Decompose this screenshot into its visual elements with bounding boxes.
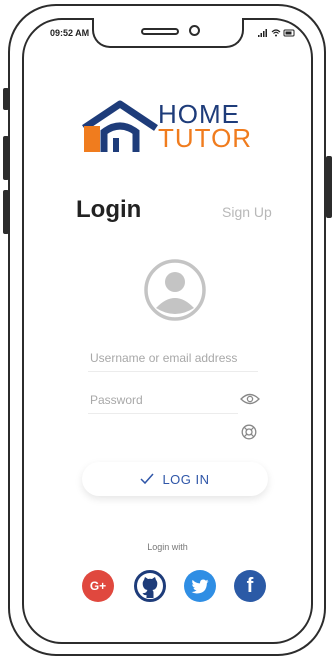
phone-power-button (326, 156, 332, 218)
twitter-login-button[interactable] (184, 570, 216, 602)
phone-notch (92, 18, 244, 48)
status-time: 09:52 AM (50, 28, 90, 38)
login-button-label: LOG IN (162, 471, 210, 487)
camera-icon (189, 25, 200, 36)
eye-icon[interactable] (240, 392, 260, 406)
username-input[interactable] (88, 344, 258, 372)
signal-wifi-battery-icon (258, 29, 295, 37)
github-login-button[interactable] (134, 570, 166, 602)
twitter-bird-icon (191, 579, 209, 594)
speaker-icon (141, 28, 179, 35)
lifebuoy-icon[interactable] (241, 424, 257, 440)
login-with-caption: Login with (147, 542, 188, 552)
user-avatar-icon (144, 259, 206, 321)
phone-volume-down-button (3, 190, 9, 234)
logo-text-tutor: TUTOR (158, 123, 253, 153)
google-plus-icon: G+ (89, 579, 107, 593)
google-login-button[interactable]: G+ (82, 570, 114, 602)
status-icons (258, 28, 298, 40)
phone-volume-up-button (3, 136, 9, 180)
check-icon (140, 473, 155, 485)
page-title: Login (76, 196, 142, 223)
facebook-icon: f (246, 574, 254, 597)
sign-up-link[interactable]: Sign Up (222, 204, 272, 220)
password-input[interactable] (88, 386, 238, 414)
facebook-login-button[interactable]: f (234, 570, 266, 602)
github-icon (134, 570, 166, 602)
phone-side-button (3, 88, 9, 110)
login-button[interactable]: LOG IN (82, 462, 268, 496)
